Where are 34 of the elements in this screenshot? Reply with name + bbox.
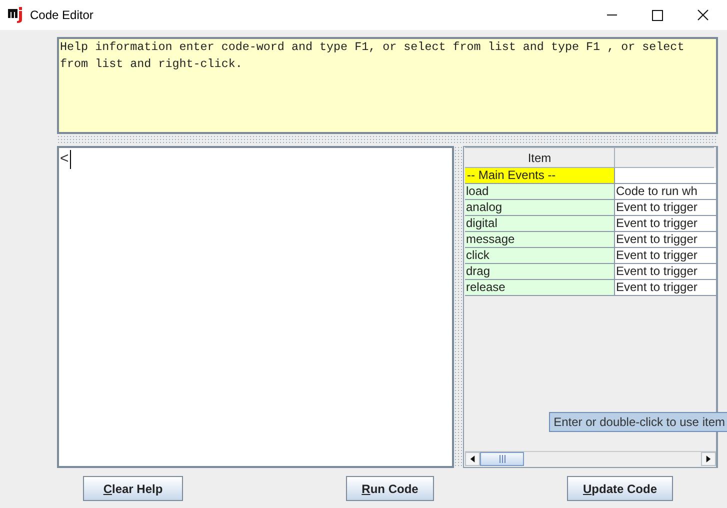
table-cell[interactable]: load <box>465 184 615 200</box>
table-cell[interactable]: click <box>465 248 615 264</box>
table-cell[interactable]: drag <box>465 264 615 280</box>
help-text-area[interactable]: Help information enter code-word and type F1, or select from list and type F1 , or select from list and right-click. <box>57 37 718 134</box>
code-editor[interactable]: < <box>57 146 454 468</box>
scrollbar-thumb[interactable] <box>480 452 524 466</box>
table-cell[interactable]: analog <box>465 200 615 216</box>
action-button[interactable]: Clear Help <box>83 476 183 501</box>
tooltip: Enter or double-click to use item <box>548 412 727 432</box>
table-cell[interactable]: Event to trigger <box>615 264 716 280</box>
splitter-handle[interactable] <box>57 135 718 145</box>
app-logo-icon <box>8 7 24 23</box>
table-cell[interactable] <box>615 168 716 184</box>
column-header[interactable] <box>615 147 714 168</box>
table-cell[interactable]: Event to trigger <box>615 232 716 248</box>
close-icon[interactable] <box>697 9 709 21</box>
horizontal-scrollbar[interactable] <box>465 451 716 466</box>
scroll-left-icon[interactable] <box>465 452 480 466</box>
action-button[interactable]: Update Code <box>567 476 673 501</box>
column-header[interactable]: Item <box>465 147 615 168</box>
table-cell[interactable]: Event to trigger <box>615 200 716 216</box>
table-cell[interactable]: digital <box>465 216 615 232</box>
maximize-icon[interactable] <box>652 10 663 20</box>
table-cell[interactable]: -- Main Events -- <box>465 168 616 184</box>
action-button[interactable]: Run Code <box>346 476 434 501</box>
table-cell[interactable]: release <box>465 280 615 296</box>
table-cell[interactable]: Event to trigger <box>615 248 716 264</box>
table-cell[interactable]: Event to trigger <box>615 216 716 232</box>
table-cell[interactable]: Code to run wh <box>615 184 716 200</box>
splitter-handle[interactable] <box>454 146 462 468</box>
table-cell[interactable]: message <box>465 232 615 248</box>
table-cell[interactable]: Event to trigger <box>615 280 716 296</box>
scroll-right-icon[interactable] <box>701 452 716 466</box>
window-title: Code Editor <box>30 8 94 22</box>
